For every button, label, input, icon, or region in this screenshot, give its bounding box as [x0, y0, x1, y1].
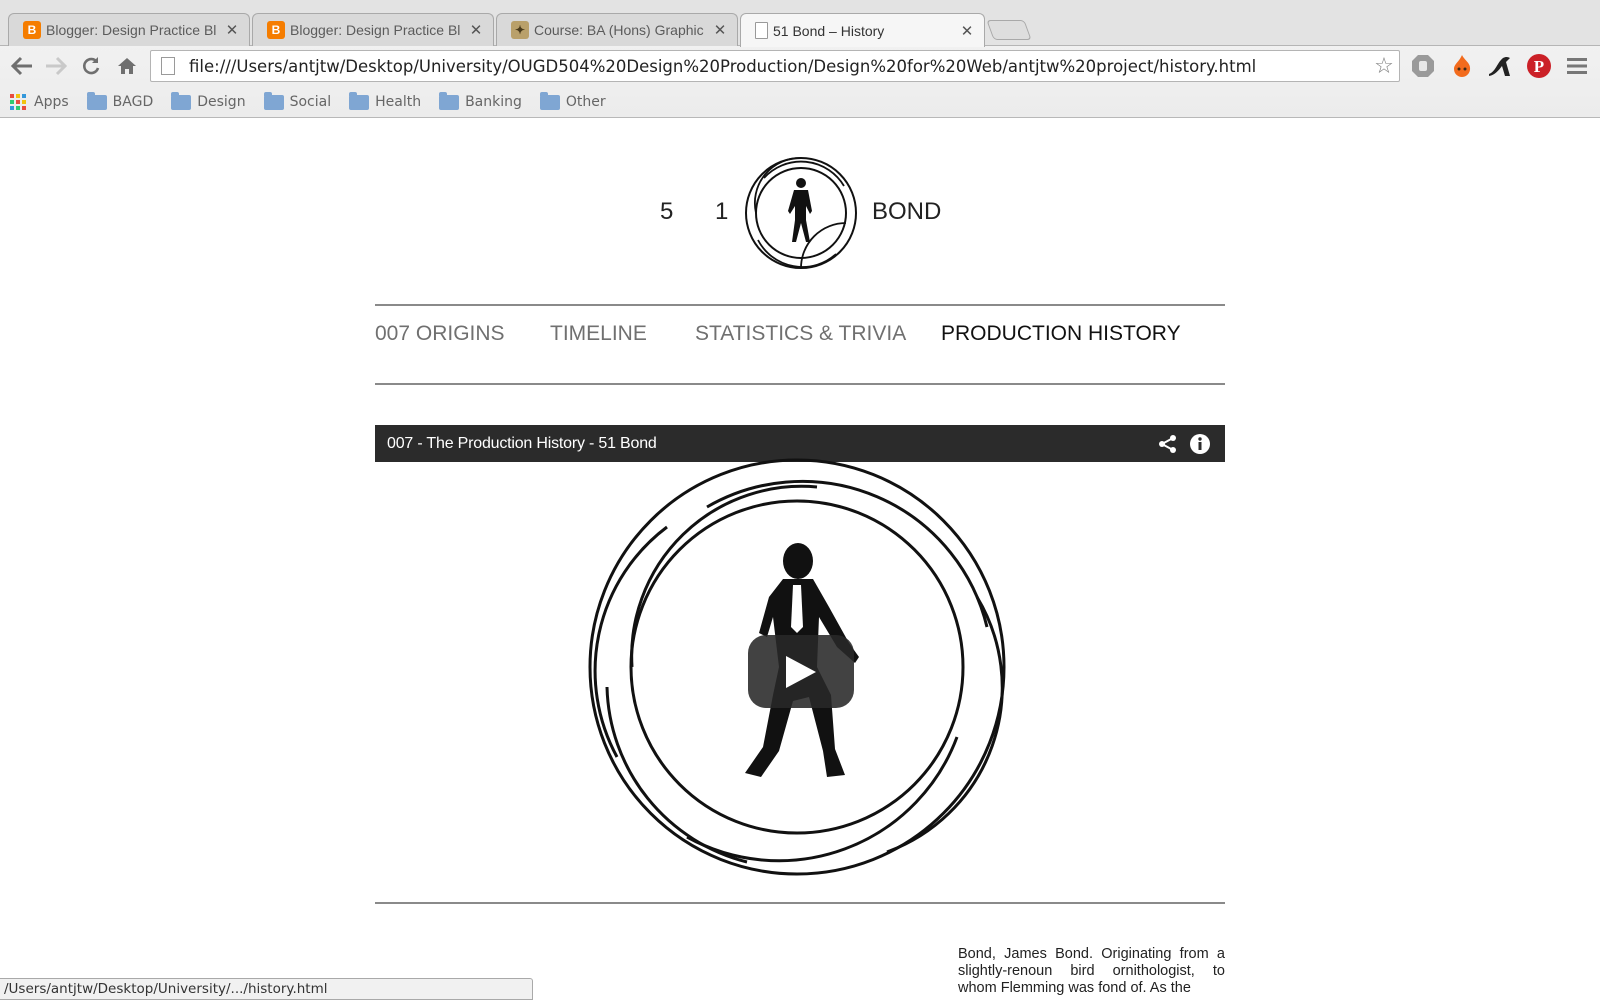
- tab-strip: B Blogger: Design Practice Bl ✕ B Blogge…: [0, 0, 1600, 47]
- tab-title: Blogger: Design Practice Bl: [290, 22, 461, 38]
- close-icon[interactable]: ✕: [225, 21, 239, 39]
- nav-link-timeline[interactable]: TIMELINE: [550, 322, 647, 346]
- page-icon: [161, 57, 175, 75]
- bookmark-folder-banking[interactable]: Banking: [439, 91, 522, 110]
- browser-tab-1[interactable]: B Blogger: Design Practice Bl ✕: [8, 13, 250, 46]
- close-icon[interactable]: ✕: [960, 22, 974, 40]
- hamburger-menu-icon: [1567, 58, 1587, 74]
- bookmark-label: Design: [197, 94, 246, 110]
- tab-title: Blogger: Design Practice Bl: [46, 22, 217, 38]
- hand-stop-icon: [1412, 55, 1434, 77]
- main-navigation: 007 ORIGINS TIMELINE STATISTICS & TRIVIA…: [375, 322, 1225, 358]
- reload-button[interactable]: [76, 51, 106, 81]
- web-page: 5 1 BOND 007 ORIGINS TIMELINE STATISTICS…: [0, 118, 1600, 1000]
- link-status-bar: /Users/antjtw/Desktop/University/.../his…: [0, 978, 533, 1000]
- browser-toolbar: file:///Users/antjtw/Desktop/University/…: [0, 47, 1600, 85]
- browser-tab-3[interactable]: ✦ Course: BA (Hons) Graphic ✕: [496, 13, 738, 46]
- forward-button[interactable]: [41, 51, 71, 81]
- flame-extension-button[interactable]: [1447, 51, 1477, 81]
- info-icon: [1190, 433, 1210, 454]
- bookmark-apps[interactable]: Apps: [10, 94, 69, 110]
- pinterest-icon: P: [1527, 54, 1551, 78]
- content-divider: [375, 902, 1225, 904]
- adblock-extension-button[interactable]: [1408, 51, 1438, 81]
- nav-link-production-history[interactable]: PRODUCTION HISTORY: [941, 322, 1181, 346]
- bookmark-star-icon[interactable]: ☆: [1369, 54, 1399, 79]
- bookmark-label: Health: [375, 94, 422, 110]
- youtube-video-embed[interactable]: 007 - The Production History - 51 Bond: [375, 425, 1225, 876]
- bookmark-label: BAGD: [112, 94, 154, 110]
- gun-barrel-logo-icon: [745, 157, 857, 269]
- video-play-button[interactable]: [748, 635, 854, 708]
- share-icon: [1159, 434, 1176, 453]
- home-icon: [118, 58, 136, 74]
- history-body-text: Bond, James Bond. Originating from a sli…: [958, 946, 1225, 996]
- info-button[interactable]: [1187, 431, 1213, 457]
- bookmark-folder-bagd[interactable]: BAGD: [86, 91, 154, 110]
- nav-link-007-origins[interactable]: 007 ORIGINS: [375, 322, 505, 346]
- nav-link-statistics-trivia[interactable]: STATISTICS & TRIVIA: [695, 322, 906, 346]
- tab-title: 51 Bond – History: [773, 22, 885, 39]
- share-button[interactable]: [1155, 431, 1181, 457]
- menu-button[interactable]: [1563, 51, 1593, 81]
- back-arrow-icon: [11, 56, 32, 76]
- bookmark-folder-other[interactable]: Other: [539, 91, 606, 110]
- nav-bottom-divider: [375, 383, 1225, 385]
- folder-icon: [439, 91, 460, 110]
- page-icon: [755, 22, 768, 39]
- folder-icon: [349, 91, 370, 110]
- nav-top-divider: [375, 304, 1225, 306]
- folder-icon: [263, 91, 284, 110]
- reload-icon: [83, 57, 100, 75]
- bookmark-label: Other: [565, 94, 606, 110]
- video-title[interactable]: 007 - The Production History - 51 Bond: [387, 435, 1149, 453]
- address-bar[interactable]: file:///Users/antjtw/Desktop/University/…: [150, 50, 1400, 82]
- back-button[interactable]: [7, 51, 37, 81]
- blogger-icon: B: [267, 21, 285, 39]
- bookmark-folder-social[interactable]: Social: [263, 91, 332, 110]
- forward-arrow-icon: [46, 56, 67, 76]
- bookmark-folder-design[interactable]: Design: [171, 91, 246, 110]
- bookmark-folder-health[interactable]: Health: [349, 91, 422, 110]
- bookmark-label: Banking: [465, 94, 522, 110]
- home-button[interactable]: [112, 51, 142, 81]
- apps-grid-icon: [10, 94, 26, 110]
- bookmark-label: Social: [289, 94, 332, 110]
- pinterest-extension-button[interactable]: P: [1524, 51, 1554, 81]
- browser-tab-4-active[interactable]: 51 Bond – History ✕: [740, 13, 985, 47]
- site-logo[interactable]: 5 1 BOND: [600, 156, 1000, 270]
- logo-digit-five: 5: [660, 198, 674, 225]
- svg-text:P: P: [1534, 57, 1544, 76]
- tab-title: Course: BA (Hons) Graphic: [534, 22, 704, 38]
- close-icon[interactable]: ✕: [469, 21, 483, 39]
- folder-icon: [171, 91, 192, 110]
- flame-icon: [1454, 55, 1471, 77]
- new-tab-button[interactable]: [986, 20, 1032, 40]
- browser-tab-2[interactable]: B Blogger: Design Practice Bl ✕: [252, 13, 494, 46]
- browser-chrome: B Blogger: Design Practice Bl ✕ B Blogge…: [0, 0, 1600, 118]
- bookmark-label: Apps: [34, 94, 69, 110]
- url-text[interactable]: file:///Users/antjtw/Desktop/University/…: [189, 57, 1369, 76]
- play-icon: [786, 655, 816, 688]
- silhouette-icon: [1489, 56, 1510, 76]
- silhouette-extension-button[interactable]: [1485, 51, 1515, 81]
- bookmarks-bar: Apps BAGD Design Social Health Banking O…: [0, 87, 1600, 117]
- folder-icon: [86, 91, 107, 110]
- logo-wordmark: BOND: [872, 198, 942, 225]
- folder-icon: [539, 91, 560, 110]
- close-icon[interactable]: ✕: [713, 21, 727, 39]
- logo-digit-one: 1: [715, 198, 729, 225]
- blogger-icon: B: [23, 21, 41, 39]
- course-icon: ✦: [511, 21, 529, 39]
